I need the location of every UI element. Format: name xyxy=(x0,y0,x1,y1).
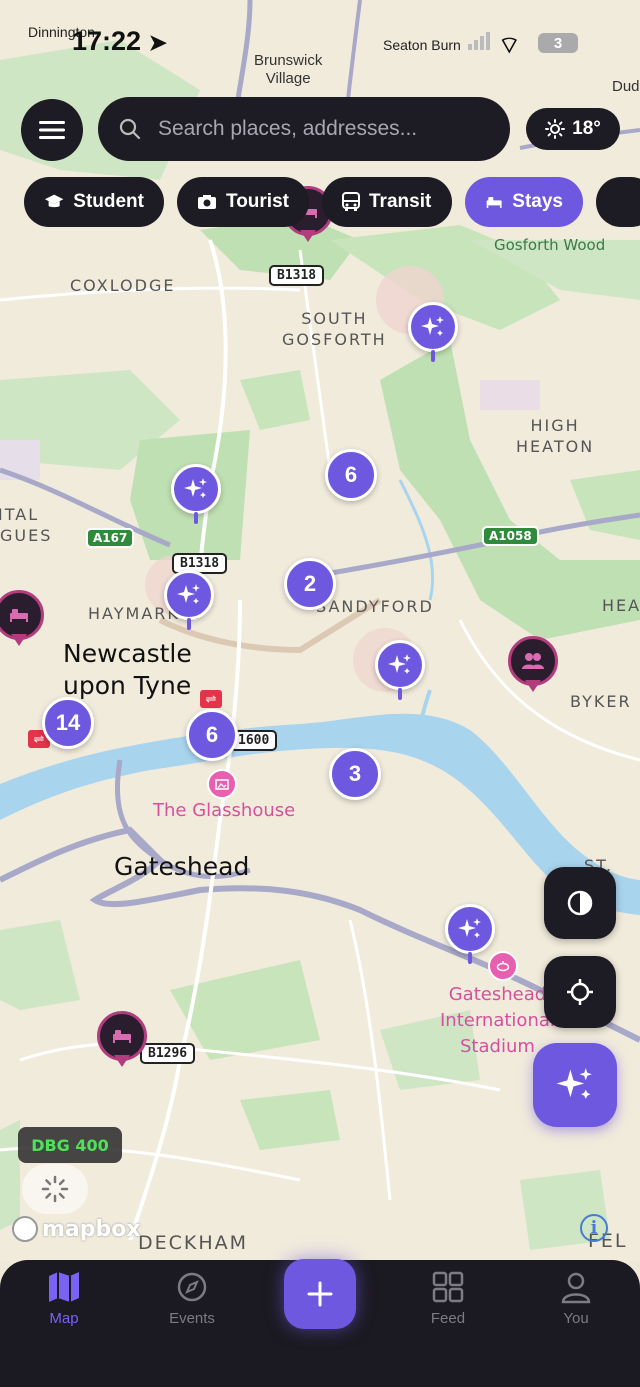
crosshair-icon xyxy=(567,979,593,1005)
mapbox-icon xyxy=(12,1216,38,1242)
byker-label: BYKER xyxy=(570,692,632,711)
chip-tourist[interactable]: Tourist xyxy=(177,177,309,227)
road-shield-a167: A167 xyxy=(86,528,135,548)
grid-icon xyxy=(432,1271,464,1303)
road-shield-b1296: B1296 xyxy=(140,1043,196,1064)
plus-icon xyxy=(307,1281,333,1307)
tab-you[interactable]: You xyxy=(521,1270,631,1327)
group-stay-marker[interactable] xyxy=(508,636,558,696)
search-bar[interactable] xyxy=(98,97,510,161)
sparkles-icon xyxy=(408,302,458,352)
newcastle-label: Newcastle upon Tyne xyxy=(63,639,192,700)
high-heaton-label: HIGH HEATON xyxy=(516,416,595,456)
chip-student[interactable]: Student xyxy=(24,177,164,227)
hea-label: HEA xyxy=(602,596,640,615)
glasshouse-label[interactable]: The Glasshouse xyxy=(153,798,295,824)
ai-assistant-button[interactable] xyxy=(533,1043,617,1127)
sun-icon xyxy=(545,119,566,139)
tab-map[interactable]: Map xyxy=(9,1270,119,1327)
person-icon xyxy=(561,1272,591,1304)
location-arrow-icon: ➤ xyxy=(148,30,168,55)
create-button[interactable] xyxy=(284,1259,356,1329)
bed-icon xyxy=(97,1011,147,1061)
chip-transit[interactable]: Transit xyxy=(322,177,452,227)
locate-me-button[interactable] xyxy=(544,956,616,1028)
tab-events[interactable]: Events xyxy=(137,1270,247,1327)
sparkles-icon xyxy=(164,570,214,620)
menu-button[interactable] xyxy=(21,99,83,161)
stadium-label[interactable]: Gateshead International Stadium xyxy=(440,982,555,1060)
camera-icon xyxy=(198,195,216,209)
deckham-label: DECKHAM xyxy=(138,1232,249,1254)
wifi-icon: ⌔ xyxy=(498,32,521,59)
hamburger-icon xyxy=(39,121,65,139)
coxlodge-label: COXLODGE xyxy=(70,276,176,295)
search-input[interactable] xyxy=(156,116,490,142)
sparkles-icon xyxy=(445,904,495,954)
stay-marker[interactable] xyxy=(0,590,44,650)
weather-badge[interactable]: 18° xyxy=(526,108,620,150)
graduation-cap-icon xyxy=(44,194,64,208)
bed-icon xyxy=(0,590,44,640)
gosforth-wood-label: Gosforth Wood xyxy=(494,236,606,254)
sparkles-icon xyxy=(171,464,221,514)
ai-spot-marker[interactable] xyxy=(171,464,221,524)
cluster-marker[interactable]: 2 xyxy=(284,558,336,610)
chip-more[interactable] xyxy=(596,177,640,227)
map-style-toggle-button[interactable] xyxy=(544,867,616,939)
map-icon xyxy=(49,1272,79,1302)
gallery-icon[interactable] xyxy=(207,769,237,799)
compass-icon xyxy=(177,1272,207,1302)
search-icon xyxy=(119,118,141,140)
road-shield-a1058: A1058 xyxy=(482,526,539,546)
ai-spot-marker[interactable] xyxy=(375,640,425,700)
status-bar: Dinnington 17:22 ➤ Seaton Burn ⌔ 3 xyxy=(0,0,640,90)
status-time: 17:22 ➤ xyxy=(72,26,168,56)
ital-label: ITAL xyxy=(0,505,40,524)
bed-icon xyxy=(486,197,502,208)
gues-label: GUES xyxy=(0,526,53,545)
tab-bar: Map Events Feed You xyxy=(0,1259,640,1387)
cluster-marker[interactable]: 14 xyxy=(42,697,94,749)
info-icon[interactable]: i xyxy=(580,1214,608,1242)
rail-station-icon: ⇌ xyxy=(200,690,222,708)
ai-spot-marker[interactable] xyxy=(445,904,495,964)
battery-icon: 3 xyxy=(538,33,578,53)
weather-temp: 18° xyxy=(572,118,601,139)
stadium-icon[interactable] xyxy=(488,951,518,981)
debug-badge: DBG 400 xyxy=(18,1127,122,1163)
sandyford-label: SANDYFORD xyxy=(316,597,434,616)
stay-marker[interactable] xyxy=(97,1011,147,1071)
road-shield-b1318: B1318 xyxy=(269,265,325,286)
people-icon xyxy=(508,636,558,686)
south-gosforth-label: SOUTH GOSFORTH xyxy=(282,309,387,349)
loading-spinner-icon xyxy=(22,1164,88,1214)
area-label-right: Seaton Burn xyxy=(383,37,461,53)
gateshead-label: Gateshead xyxy=(114,852,250,881)
cluster-marker[interactable]: 3 xyxy=(329,748,381,800)
sparkles-icon xyxy=(556,1068,592,1099)
contrast-icon xyxy=(567,890,593,916)
signal-icon xyxy=(468,32,490,50)
ai-spot-marker[interactable] xyxy=(408,302,458,362)
mapbox-logo[interactable]: mapbox xyxy=(12,1216,141,1242)
bus-icon xyxy=(342,192,360,211)
chip-stays[interactable]: Stays xyxy=(465,177,583,227)
cluster-marker[interactable]: 6 xyxy=(325,449,377,501)
sparkles-icon xyxy=(375,640,425,690)
ai-spot-marker[interactable] xyxy=(164,570,214,630)
cluster-marker[interactable]: 6 xyxy=(186,709,238,761)
tab-feed[interactable]: Feed xyxy=(393,1270,503,1327)
